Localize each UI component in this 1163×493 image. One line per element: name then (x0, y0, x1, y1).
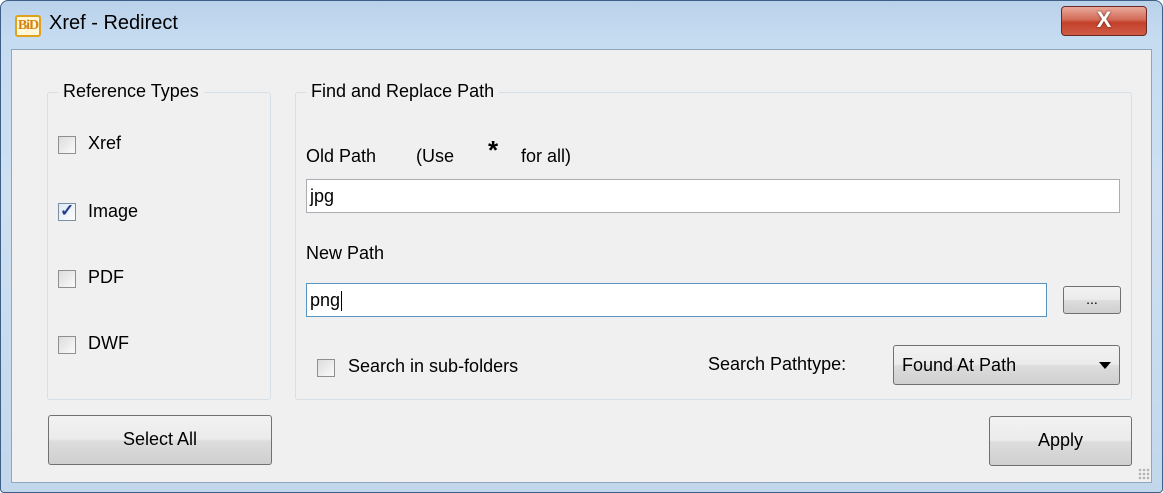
title-bar[interactable]: BiD Xref - Redirect X (1, 1, 1162, 49)
search-pathtype-dropdown[interactable]: Found At Path (893, 345, 1120, 385)
old-path-value: jpg (310, 186, 335, 206)
dialog-window: BiD Xref - Redirect X Reference Types Xr… (0, 0, 1163, 493)
old-path-input[interactable]: jpg (306, 179, 1120, 213)
old-path-hint-suffix: for all) (521, 146, 572, 166)
text-caret (341, 291, 343, 312)
old-path-hint-prefix: (Use (416, 146, 455, 166)
chevron-down-icon (1099, 362, 1111, 369)
wildcard-asterisk: * (488, 135, 499, 165)
pdf-checkbox[interactable] (58, 270, 76, 288)
app-logo-icon: BiD (15, 15, 41, 37)
xref-checkbox[interactable] (58, 136, 76, 154)
new-path-value: png (310, 290, 341, 310)
apply-button[interactable]: Apply (989, 416, 1132, 466)
search-pathtype-label: Search Pathtype: (708, 354, 847, 374)
new-path-input[interactable]: png (306, 283, 1047, 317)
dialog-client-area: Reference Types Xref ✓ Image PDF DWF Fin… (11, 49, 1152, 483)
window-title: Xref - Redirect (49, 12, 178, 34)
find-replace-legend: Find and Replace Path (306, 81, 500, 102)
old-path-label: Old Path (306, 146, 377, 166)
search-subfolders-checkbox[interactable] (317, 359, 335, 377)
pdf-label[interactable]: PDF (88, 267, 124, 288)
xref-label[interactable]: Xref (88, 133, 121, 154)
browse-button[interactable]: ... (1063, 286, 1121, 314)
image-label[interactable]: Image (88, 201, 138, 222)
close-button[interactable]: X (1061, 6, 1147, 36)
select-all-button[interactable]: Select All (48, 415, 272, 465)
resize-grip-icon[interactable] (1138, 468, 1150, 480)
find-replace-group: Find and Replace Path Old Path (Use * fo… (295, 81, 1132, 400)
checkmark-icon: ✓ (60, 201, 75, 220)
search-subfolders-label[interactable]: Search in sub-folders (348, 356, 518, 377)
dwf-label[interactable]: DWF (88, 333, 129, 354)
dwf-checkbox[interactable] (58, 336, 76, 354)
image-checkbox[interactable]: ✓ (58, 201, 76, 221)
search-pathtype-value: Found At Path (902, 355, 1017, 375)
reference-types-legend: Reference Types (58, 81, 204, 102)
new-path-label: New Path (306, 243, 385, 263)
reference-types-group: Reference Types Xref ✓ Image PDF DWF (47, 81, 271, 400)
